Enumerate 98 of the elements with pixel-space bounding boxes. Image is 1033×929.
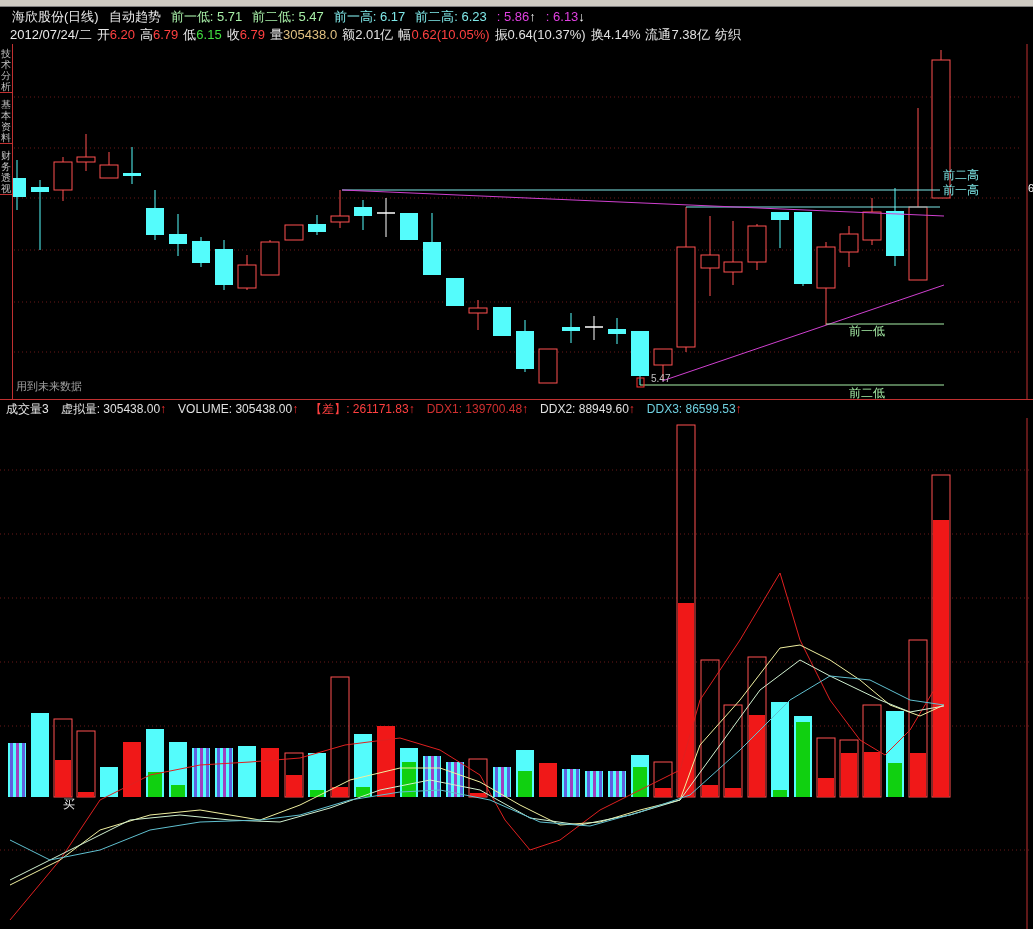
quote-field: 流通7.38亿 xyxy=(645,25,710,45)
candlestick xyxy=(747,223,767,271)
indicator-reading: 【差】: 261171.83↑ xyxy=(310,401,415,418)
candlestick xyxy=(146,189,164,241)
candlestick xyxy=(192,236,210,268)
indicator-reading: VOLUME: 305438.00↑ xyxy=(178,401,299,418)
candlestick xyxy=(468,299,488,331)
volume-bar xyxy=(400,748,418,797)
side-tab[interactable]: 技术分析 xyxy=(0,48,12,93)
chart-label: 前二高 xyxy=(943,168,979,182)
low-marker-icon xyxy=(636,377,645,388)
candlestick xyxy=(446,277,464,307)
quote-field: 高6.79 xyxy=(140,25,179,45)
chart-label: 前一低 xyxy=(849,324,885,338)
volume-bar xyxy=(653,761,673,798)
candlestick xyxy=(631,330,649,386)
candlestick xyxy=(53,156,73,202)
volume-bar xyxy=(192,748,210,797)
volume-bar xyxy=(585,771,603,797)
indicator-reading: 虚拟量: 305438.00↑ xyxy=(60,401,167,418)
level-reading: 前二高: 6.23 xyxy=(415,7,487,26)
quote-date: 2012/07/24/二 xyxy=(10,26,92,45)
candlestick xyxy=(771,211,789,249)
volume-bar xyxy=(238,746,256,797)
candlestick xyxy=(260,239,280,276)
side-tab[interactable]: 基本资料 xyxy=(0,99,12,144)
level-reading: 前一高: 6.17 xyxy=(333,7,406,26)
volume-bar xyxy=(377,726,395,797)
quote-field: 额2.01亿 xyxy=(342,25,394,45)
quote-field: 低6.15 xyxy=(183,25,222,45)
volume-bar xyxy=(608,771,626,797)
stock-title: 海欣股份(日线) xyxy=(12,7,99,26)
candlestick xyxy=(608,317,626,345)
candlestick xyxy=(31,179,49,251)
candlestick xyxy=(584,315,604,341)
candlestick xyxy=(215,239,233,291)
volume-bar xyxy=(215,748,233,797)
candlestick xyxy=(123,146,141,185)
panel-title: 成交量3 xyxy=(6,401,49,418)
price-tag: 6 xyxy=(1028,182,1033,194)
candlestick xyxy=(423,212,441,276)
indicator-reading: DDX1: 139700.48↑ xyxy=(426,401,529,418)
candlestick xyxy=(723,220,743,286)
candlestick xyxy=(76,133,96,172)
quote-field: 纺织 xyxy=(714,25,741,45)
candlestick xyxy=(839,225,859,268)
candlestick xyxy=(99,151,119,179)
level-reading: 前二低: 5.47 xyxy=(252,7,324,26)
candlestick xyxy=(308,214,326,236)
warning-text: 用到未来数据 xyxy=(16,380,82,392)
indicator-reading: DDX2: 88949.60↑ xyxy=(540,401,635,418)
candlestick xyxy=(400,212,418,241)
volume-bar xyxy=(354,734,372,797)
candlestick xyxy=(330,189,350,229)
quote-field: 开6.20 xyxy=(96,25,135,45)
candlestick xyxy=(493,306,511,337)
quote-field: 量305438.0 xyxy=(269,25,338,45)
indicator-name: 自动趋势 xyxy=(108,7,161,26)
candlestick xyxy=(862,197,882,246)
volume-bar xyxy=(816,737,836,798)
volume-bar xyxy=(8,743,26,797)
candlestick xyxy=(516,319,534,373)
chart-label: 前二低 xyxy=(849,386,885,400)
candlestick xyxy=(237,254,257,291)
volume-bar xyxy=(468,758,488,798)
indicator-reading: DDX3: 86599.53↑ xyxy=(646,401,742,418)
candlestick xyxy=(284,224,304,241)
level-reading: : 6.13↓ xyxy=(545,7,585,26)
volume-bar xyxy=(493,767,511,797)
candlestick xyxy=(538,348,558,384)
volume-bar xyxy=(100,767,118,797)
volume-bar xyxy=(261,748,279,797)
volume-bar xyxy=(562,769,580,797)
quote-field: 收6.79 xyxy=(226,25,265,45)
candlestick xyxy=(376,197,396,238)
volume-bar xyxy=(123,742,141,797)
volume-bar xyxy=(146,729,164,797)
volume-bar xyxy=(308,753,326,797)
quote-field: 换4.14% xyxy=(590,25,641,45)
candlestick xyxy=(562,312,580,344)
volume-bar xyxy=(284,752,304,798)
chart-label: 前一高 xyxy=(943,183,979,197)
side-tab[interactable]: 财务透视 xyxy=(0,150,12,195)
quote-field: 幅0.62(10.05%) xyxy=(398,25,490,45)
candlestick xyxy=(169,213,187,257)
volume-bar xyxy=(76,730,96,798)
volume-bar xyxy=(631,755,649,797)
volume-bar xyxy=(539,763,557,797)
candlestick xyxy=(13,159,26,211)
volume-bar xyxy=(169,742,187,797)
price-label: 5.47 xyxy=(651,373,671,384)
level-reading: 前一低: 5.71 xyxy=(170,7,243,26)
quote-field: 振0.64(10.37%) xyxy=(494,25,586,45)
volume-bar xyxy=(839,739,859,798)
level-reading: : 5.86↑ xyxy=(496,7,536,26)
volume-bar xyxy=(516,750,534,797)
buy-signal: 买 xyxy=(63,797,75,811)
candlestick xyxy=(354,199,372,231)
